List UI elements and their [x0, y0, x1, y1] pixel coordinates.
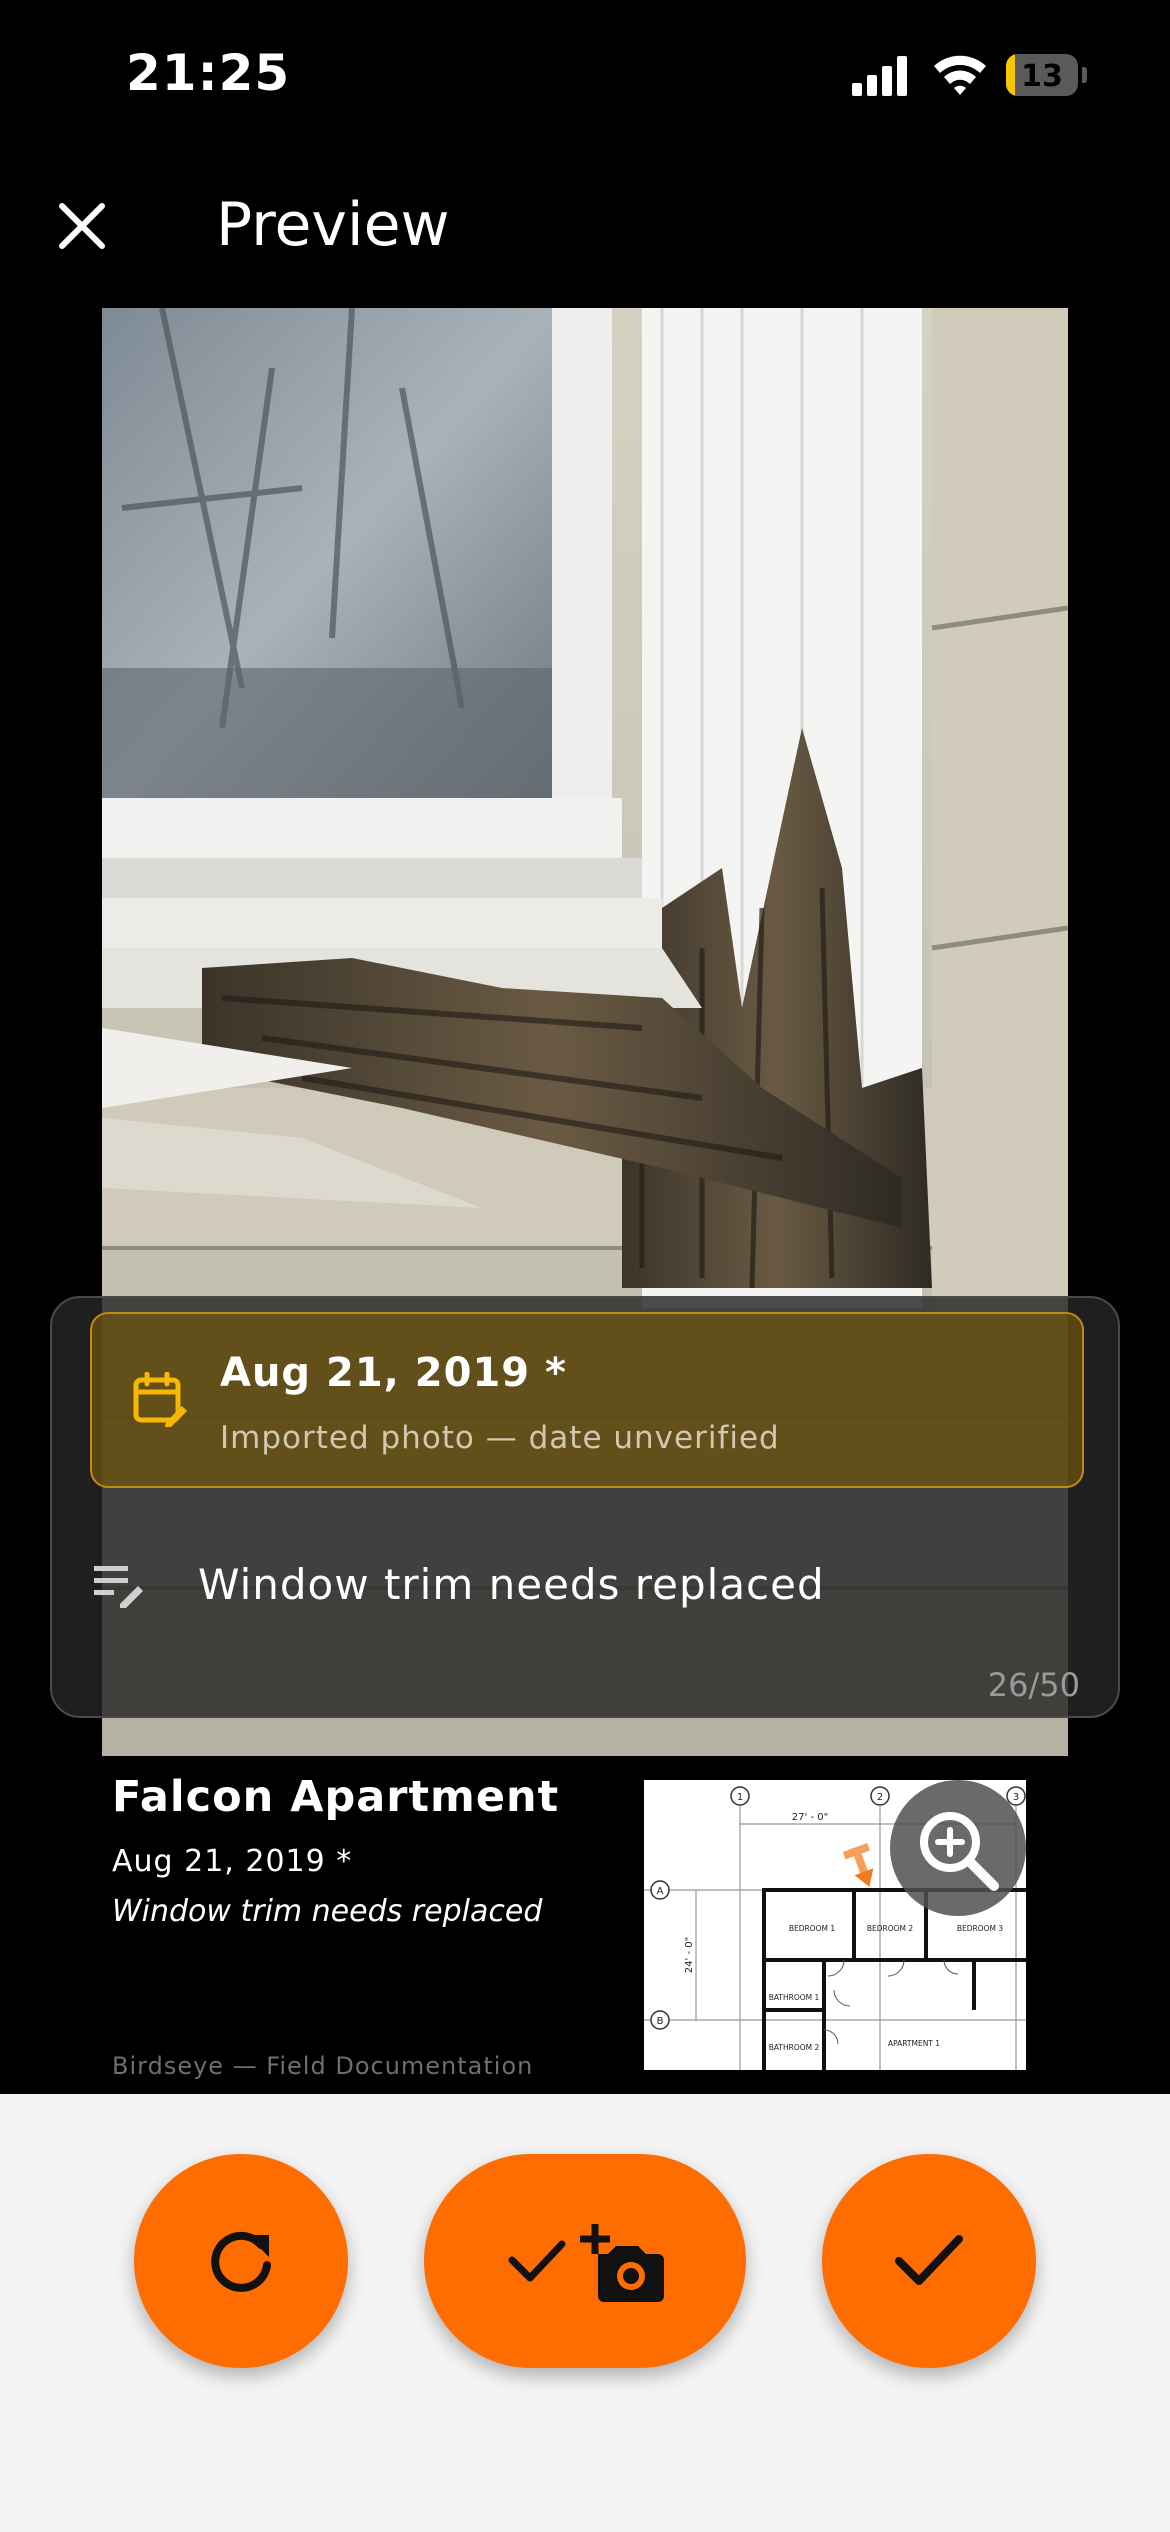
photo-date: Aug 21, 2019 * [220, 1350, 567, 1396]
room-label: BATHROOM 1 [769, 1993, 820, 2002]
check-icon [895, 2235, 963, 2285]
cellular-signal-icon [852, 56, 907, 96]
dimension-width: 27' - 0" [792, 1812, 828, 1823]
description-input[interactable]: Window trim needs replaced [198, 1560, 825, 1609]
check-add-camera-icon [508, 2224, 664, 2302]
grid-number-2: 2 [877, 1792, 883, 1803]
save-and-new-photo-button[interactable] [424, 2154, 746, 2368]
notes-edit-icon [94, 1566, 143, 1608]
photo-location-marker [842, 1842, 874, 1887]
battery-icon: 13 [1006, 54, 1078, 96]
info-description: Window trim needs replaced [112, 1894, 543, 1929]
page-title: Preview [216, 190, 450, 260]
refresh-icon [211, 2231, 271, 2292]
grid-letter-a: A [657, 1886, 664, 1897]
room-label: BEDROOM 3 [957, 1924, 1004, 1933]
photo-details-card: Aug 21, 2019 * Imported photo — date unv… [50, 1296, 1120, 1718]
wifi-icon [934, 55, 986, 95]
status-bar: 21:25 13 [0, 0, 1170, 150]
zoom-in-icon [920, 1812, 999, 1891]
room-label: BATHROOM 2 [769, 2043, 820, 2052]
date-unverified-note: Imported photo — date unverified [220, 1420, 780, 1456]
grid-letter-b: B [657, 2016, 664, 2027]
retake-button[interactable] [134, 2154, 348, 2368]
room-label: BEDROOM 1 [789, 1924, 836, 1933]
close-icon[interactable] [52, 196, 112, 256]
status-time: 21:25 [126, 44, 291, 102]
info-date: Aug 21, 2019 * [112, 1844, 353, 1879]
room-label: BEDROOM 2 [867, 1924, 914, 1933]
battery-level: 13 [1021, 59, 1063, 94]
character-count: 26/50 [987, 1666, 1080, 1704]
date-field[interactable]: Aug 21, 2019 * Imported photo — date unv… [90, 1312, 1084, 1488]
save-button[interactable] [822, 2154, 1036, 2368]
grid-number-1: 1 [737, 1792, 743, 1803]
project-name: Falcon Apartment [112, 1772, 560, 1822]
room-label: APARTMENT 1 [888, 2039, 940, 2048]
app-credit: Birdseye — Field Documentation [112, 2052, 534, 2080]
action-panel [0, 2094, 1170, 2532]
zoom-floorplan-button[interactable] [890, 1780, 1026, 1916]
app-header: Preview [0, 160, 1170, 290]
calendar-edit-icon [133, 1372, 187, 1427]
dimension-height: 24' - 0" [684, 1937, 695, 1973]
